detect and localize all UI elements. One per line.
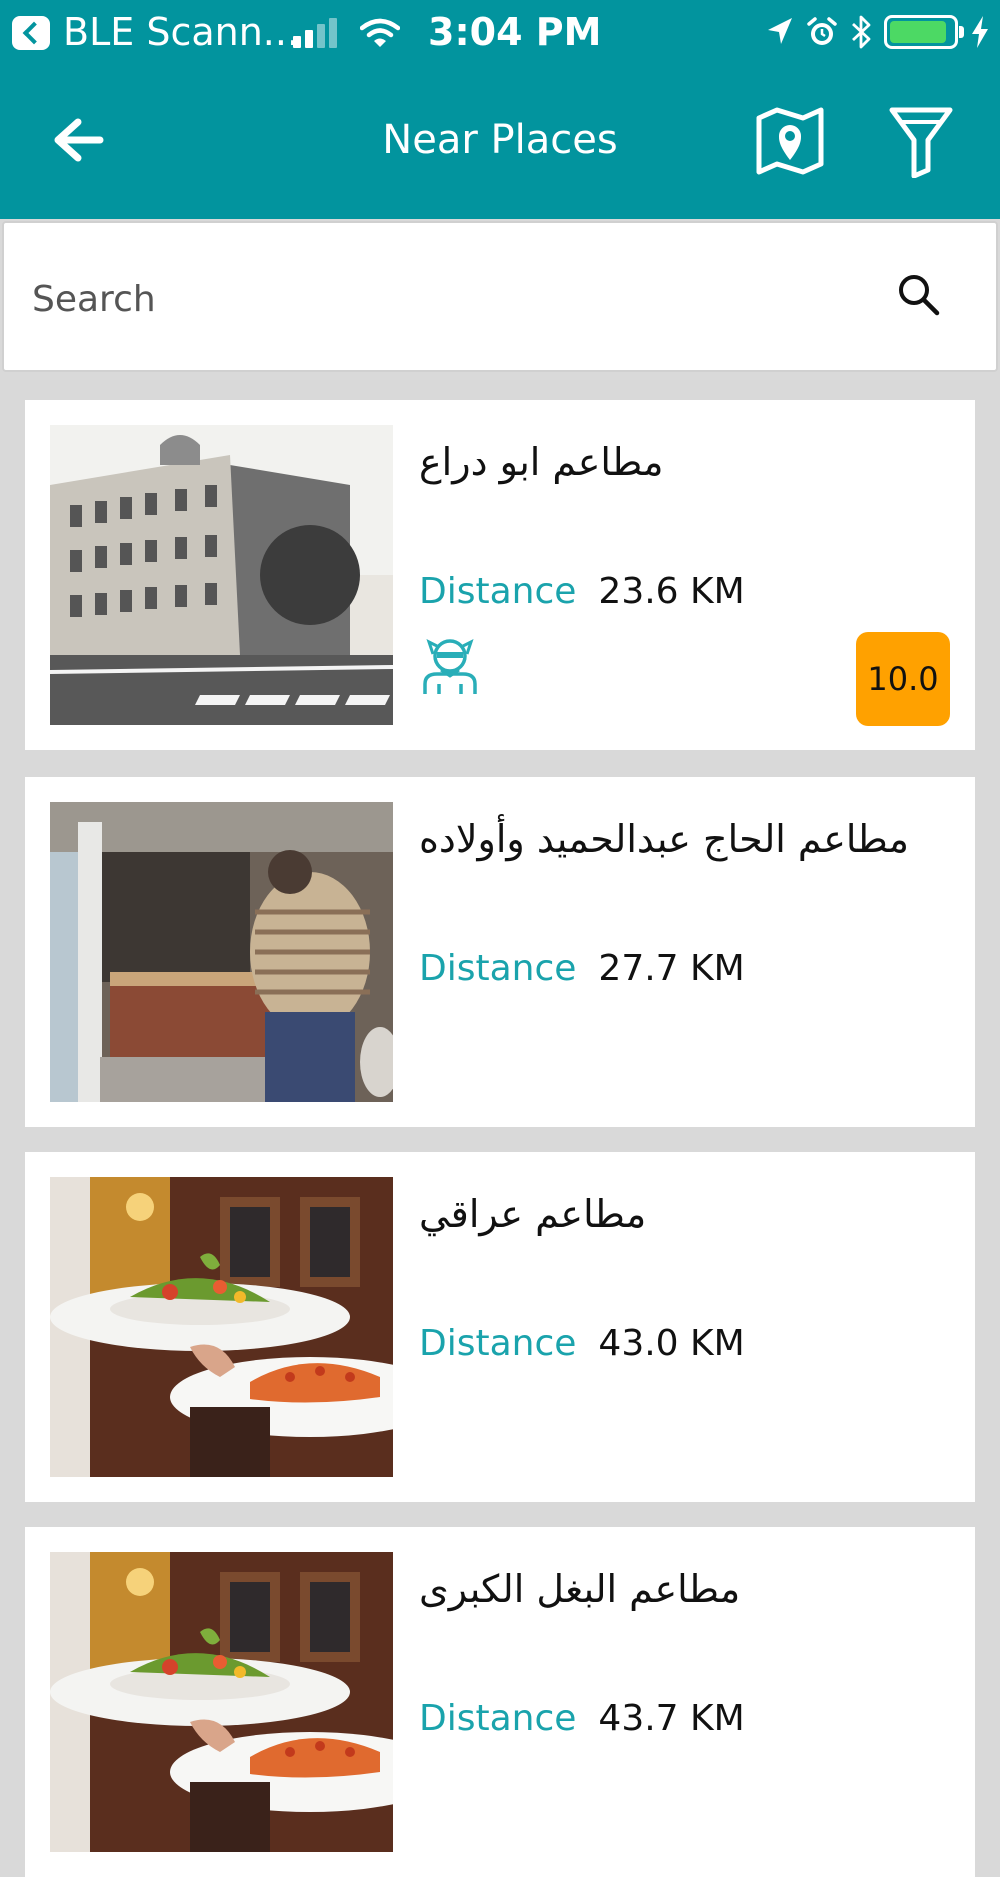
place-distance: Distance 27.7 KM (419, 947, 745, 991)
distance-value: 43.7 KM (598, 1698, 745, 1739)
distance-label: Distance (419, 1698, 577, 1739)
status-bar: BLE Scann... 3:04 PM (0, 0, 1000, 64)
distance-label: Distance (419, 571, 577, 612)
cellular-signal-icon (293, 18, 347, 48)
place-image-food-stall (50, 802, 393, 1102)
bluetooth-icon (852, 15, 871, 49)
place-card[interactable]: مطاعم عراقي Distance 43.0 KM (25, 1152, 975, 1502)
status-time: 3:04 PM (428, 10, 602, 54)
distance-label: Distance (419, 948, 577, 989)
nav-bar: Near Places (0, 64, 1000, 219)
place-name: مطاعم البغل الكبرى (419, 1567, 741, 1611)
status-indicators (766, 12, 990, 52)
search-bar (2, 221, 998, 372)
page-title: Near Places (382, 117, 618, 163)
place-image-waiter-plates (50, 1177, 393, 1477)
back-to-app-icon[interactable] (12, 16, 50, 50)
location-arrow-icon (768, 18, 792, 44)
distance-value: 43.0 KM (598, 1323, 745, 1364)
search-icon[interactable] (896, 272, 940, 316)
place-image-building (50, 425, 393, 725)
alarm-icon (807, 17, 837, 45)
map-icon[interactable] (755, 104, 825, 176)
guide-person-icon (423, 639, 477, 694)
place-distance: Distance 43.7 KM (419, 1697, 745, 1741)
place-name: مطاعم ابو دراع (419, 440, 664, 484)
distance-value: 27.7 KM (598, 948, 745, 989)
search-input[interactable] (30, 263, 834, 335)
charging-icon (972, 16, 988, 48)
place-name: مطاعم الحاج عبدالحميد وأولاده (419, 817, 909, 861)
wifi-icon (360, 18, 400, 47)
distance-label: Distance (419, 1323, 577, 1364)
battery-icon (884, 15, 964, 49)
place-card[interactable]: مطاعم ابو دراع Distance 23.6 KM 10.0 (25, 400, 975, 750)
place-distance: Distance 43.0 KM (419, 1322, 745, 1366)
app-header: BLE Scann... 3:04 PM Near Places (0, 0, 1000, 219)
battery-fill (890, 21, 946, 43)
place-card[interactable]: مطاعم البغل الكبرى Distance 43.7 KM (25, 1527, 975, 1877)
place-name: مطاعم عراقي (419, 1192, 647, 1236)
place-card[interactable]: مطاعم الحاج عبدالحميد وأولاده Distance 27… (25, 777, 975, 1127)
place-distance: Distance 23.6 KM (419, 570, 745, 614)
filter-icon[interactable] (888, 104, 954, 178)
distance-value: 23.6 KM (598, 571, 745, 612)
status-app-name: BLE Scann... (63, 10, 300, 54)
place-image-waiter-plates (50, 1552, 393, 1852)
rating-badge: 10.0 (856, 632, 950, 726)
